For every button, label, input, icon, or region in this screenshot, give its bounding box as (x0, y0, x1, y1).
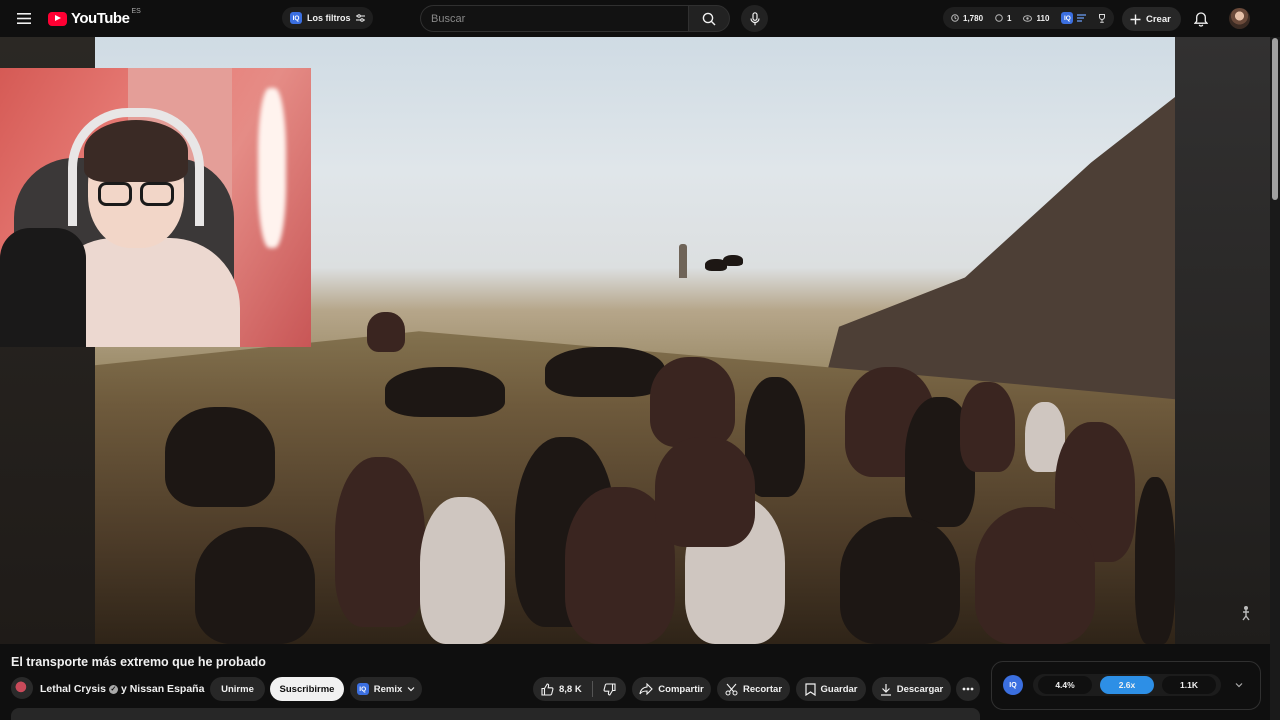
eye-icon (1023, 14, 1033, 22)
description-box[interactable] (11, 708, 980, 720)
verified-icon: ✓ (108, 684, 118, 694)
create-label: Crear (1146, 13, 1171, 25)
video-goat (975, 507, 1095, 644)
glasses (98, 182, 176, 208)
like-dislike-group: 8,8 K (533, 677, 626, 701)
more-icon (962, 687, 974, 691)
iq-icon: IQ (290, 12, 302, 24)
filter-icon (355, 14, 365, 22)
search-button[interactable] (688, 5, 730, 32)
like-count: 8,8 K (559, 683, 582, 695)
speed-option-label: 2.6x (1118, 680, 1136, 690)
video-title: El transporte más extremo que he probado (11, 655, 266, 669)
save-button[interactable]: Guardar (796, 677, 866, 701)
filters-label: Los filtros (307, 13, 351, 23)
speed-option-label: 1.1K (1180, 680, 1198, 690)
download-label: Descargar (896, 683, 944, 695)
speed-option-label: 4.4% (1055, 680, 1075, 690)
video-goat (165, 407, 275, 507)
chevron-down-icon (407, 687, 415, 692)
video-goat (367, 312, 405, 352)
chevron-down-icon[interactable] (1234, 680, 1244, 690)
channel-avatar[interactable] (11, 677, 33, 699)
speed-option[interactable]: 1.1K (1162, 676, 1216, 694)
search-input[interactable] (421, 6, 688, 31)
menu-icon[interactable] (10, 6, 38, 30)
bookmark-icon (804, 682, 816, 696)
logo-text: YouTube (71, 10, 130, 27)
scissors-icon (725, 683, 738, 695)
figure-icon (1240, 604, 1252, 622)
bell-icon (1194, 11, 1208, 27)
download-button[interactable]: Descargar (872, 677, 951, 701)
headset-icon (68, 108, 204, 226)
extension-stats[interactable]: 1,780 1 110 IQ (943, 7, 1115, 29)
stat-value-time: 1,780 (963, 13, 984, 23)
clip-label: Recortar (742, 683, 783, 695)
dislike-icon (603, 682, 616, 696)
clip-button[interactable]: Recortar (717, 677, 790, 701)
dislike-button[interactable] (603, 682, 616, 696)
download-icon (880, 683, 891, 696)
join-button[interactable]: Unirme (210, 677, 265, 701)
webcam-microphone (0, 228, 86, 347)
video-goat (385, 367, 505, 417)
video-goat (840, 517, 960, 644)
video-goat (195, 527, 315, 644)
lines-icon (1077, 14, 1087, 22)
share-label: Compartir (658, 683, 704, 695)
save-label: Guardar (820, 683, 858, 695)
share-icon (639, 683, 654, 695)
country-code: ES (131, 8, 141, 15)
subscribe-label: Suscribirme (279, 683, 335, 695)
video-herder-figure (679, 244, 687, 278)
webcam-light (258, 88, 286, 248)
clock-icon (951, 14, 959, 22)
account-avatar[interactable] (1229, 8, 1250, 29)
join-label: Unirme (221, 683, 254, 695)
video-goat (545, 347, 665, 397)
create-plus-icon (1130, 14, 1141, 24)
mic-icon (749, 11, 760, 25)
webcam-overlay (0, 68, 311, 347)
trophy-icon (1099, 13, 1106, 23)
like-icon (541, 682, 554, 696)
remix-button[interactable]: IQ Remix (350, 677, 422, 701)
iq-icon: IQ (356, 683, 369, 695)
search-icon (702, 12, 716, 25)
youtube-logo[interactable]: YouTube ES (48, 8, 143, 27)
scrollbar-thumb[interactable] (1272, 38, 1278, 200)
speed-option-active[interactable]: 2.6x (1100, 676, 1154, 694)
like-button[interactable]: 8,8 K (541, 682, 582, 696)
more-actions-button[interactable] (956, 677, 980, 701)
video-goat (650, 357, 735, 447)
notifications-button[interactable] (1190, 8, 1212, 30)
stat-value-views: 110 (1036, 13, 1050, 23)
video-goat (335, 457, 425, 627)
video-goat (1135, 477, 1175, 644)
share-button[interactable]: Compartir (632, 677, 711, 701)
voice-search-button[interactable] (741, 5, 768, 32)
iq-logo-icon: IQ (1003, 675, 1023, 695)
video-goat (960, 382, 1015, 472)
video-goat (420, 497, 505, 644)
stat-value-count: 1 (1007, 13, 1012, 23)
collab-text: y Nissan España (120, 683, 205, 695)
remix-label: Remix (373, 683, 403, 695)
speed-option[interactable]: 4.4% (1038, 676, 1092, 694)
channel-name[interactable]: Lethal Crysis ✓ y Nissan España (40, 683, 204, 695)
circle-icon (995, 14, 1003, 22)
youtube-logo-icon (48, 11, 67, 26)
video-dog (723, 255, 743, 266)
subscribe-button[interactable]: Suscribirme (270, 677, 344, 701)
create-button[interactable]: Crear (1122, 7, 1181, 31)
channel-name-text: Lethal Crysis (40, 683, 106, 695)
video-goat (655, 437, 755, 547)
search-box (420, 5, 688, 32)
iq-icon: IQ (1061, 12, 1074, 24)
filters-button[interactable]: IQ Los filtros (282, 7, 373, 29)
